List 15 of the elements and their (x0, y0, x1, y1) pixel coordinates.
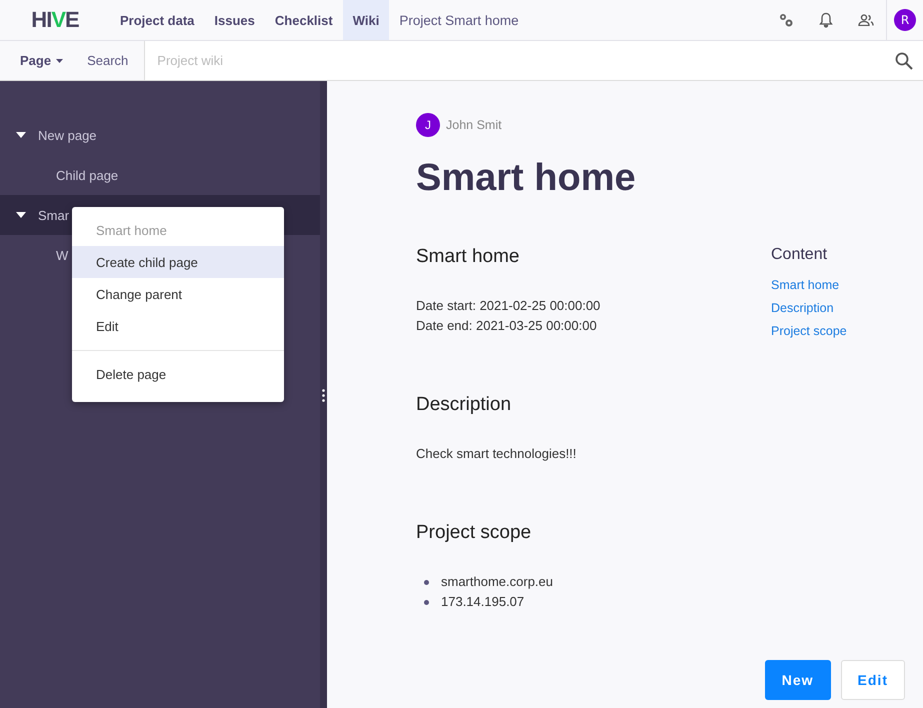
toc-title: Content (771, 246, 828, 264)
list-item: 173.14.195.07 (441, 593, 524, 611)
search-label: Search (86, 53, 130, 68)
project-name: Project Smart home (398, 12, 520, 28)
paragraph-text: Date end: 2021-03-25 00:00:00 (416, 317, 598, 335)
paragraph-text: Check smart technologies!!! (416, 445, 578, 463)
paragraph-text: Date start: 2021-02-25 00:00:00 (416, 297, 602, 315)
page-title: Smart home (416, 157, 637, 200)
author-avatar: J (416, 113, 440, 137)
section-heading: Project scope (416, 522, 532, 544)
menu-title: Smart home (95, 222, 168, 240)
list-item: smarthome.corp.eu (441, 573, 553, 591)
author-name: John Smit (446, 118, 502, 132)
section-heading: Description (416, 394, 512, 416)
section-heading: Smart home (416, 246, 520, 268)
